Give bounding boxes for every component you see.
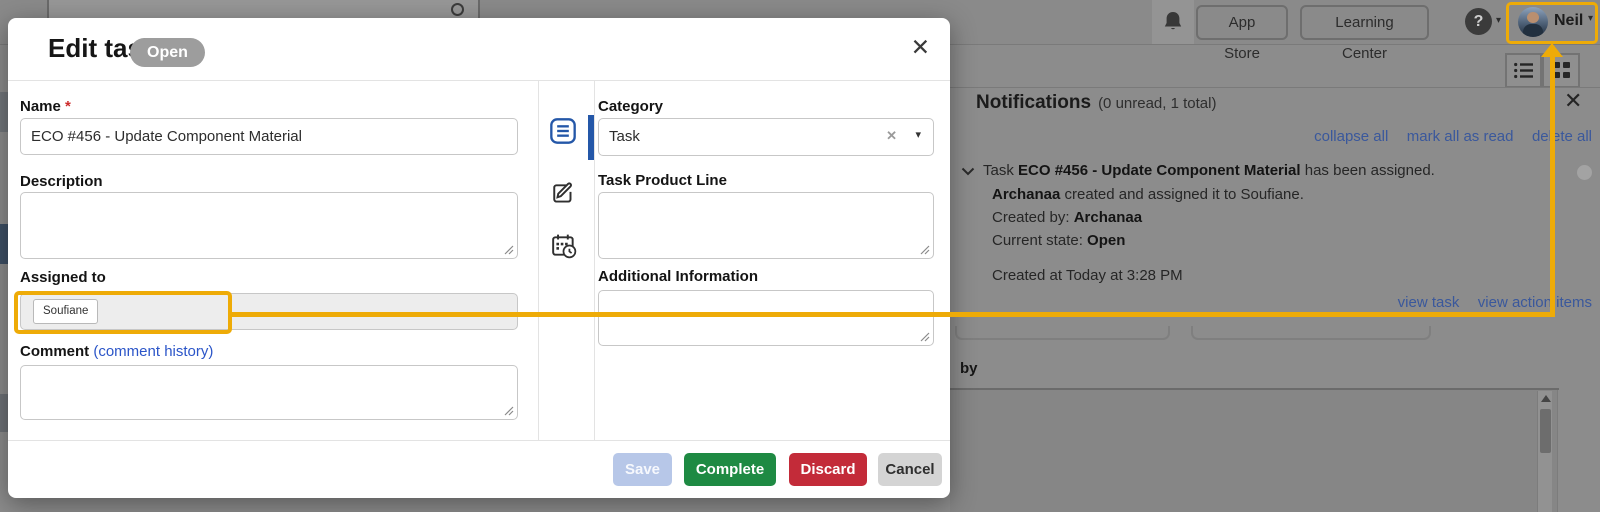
notification-links: view task view action items xyxy=(950,294,1592,312)
notifications-actions: collapse all mark all as read delete all xyxy=(950,128,1592,146)
select-caret-icon[interactable]: ▾ xyxy=(915,128,921,141)
save-button[interactable]: Save xyxy=(613,453,672,486)
annotation-arrowhead-icon xyxy=(1541,43,1563,57)
notifications-title: Notifications(0 unread, 1 total) xyxy=(976,92,1216,114)
mark-all-read-link[interactable]: mark all as read xyxy=(1407,128,1514,145)
app-store-button[interactable]: App Store xyxy=(1196,5,1288,40)
assigned-to-label: Assigned to xyxy=(20,269,106,286)
background-field-fragment xyxy=(955,326,1170,340)
view-action-items-link[interactable]: view action items xyxy=(1478,294,1592,311)
annotation-arrow-line-horizontal xyxy=(232,312,1555,317)
description-label: Description xyxy=(20,173,103,190)
name-field-wrap xyxy=(20,118,518,155)
notification-line4: Current state: Open xyxy=(992,232,1125,249)
details-tab-icon[interactable] xyxy=(549,117,577,145)
discard-button[interactable]: Discard xyxy=(789,453,867,486)
edit-note-tab-icon[interactable] xyxy=(551,181,577,207)
edit-task-dialog: Edit task Open ✕ Name * xyxy=(8,18,950,498)
category-value: Task xyxy=(609,128,640,145)
assigned-to-highlight-box xyxy=(14,291,232,334)
screen: App Store Learning Center ? ▾ Neil ▾ Not… xyxy=(0,0,1600,512)
additional-information-label: Additional Information xyxy=(598,268,758,285)
background-sliver xyxy=(0,92,8,132)
complete-button[interactable]: Complete xyxy=(684,453,776,486)
category-label: Category xyxy=(598,98,663,115)
cancel-button[interactable]: Cancel xyxy=(878,453,942,486)
list-view-icon xyxy=(1514,62,1534,79)
resize-handle-icon[interactable] xyxy=(503,244,514,255)
background-field-fragment xyxy=(1191,326,1431,340)
grid-view-icon xyxy=(1553,62,1570,79)
clear-selection-icon[interactable]: ✕ xyxy=(886,128,897,144)
grid-view-button[interactable] xyxy=(1542,53,1580,88)
active-tab-indicator xyxy=(588,115,594,160)
category-select[interactable]: Task ✕ ▾ xyxy=(598,118,934,156)
delete-all-link[interactable]: delete all xyxy=(1532,128,1592,145)
bell-icon xyxy=(1163,11,1183,33)
collapse-all-link[interactable]: collapse all xyxy=(1314,128,1388,145)
read-indicator-dot[interactable] xyxy=(1577,165,1592,180)
notifications-count: (0 unread, 1 total) xyxy=(1098,95,1216,112)
background-sliver xyxy=(0,224,8,264)
comment-history-link[interactable]: (comment history) xyxy=(93,343,213,360)
panel-top-border xyxy=(950,87,1600,88)
scrollbar-thumb[interactable] xyxy=(1540,409,1551,453)
resize-handle-icon[interactable] xyxy=(919,244,930,255)
required-mark: * xyxy=(65,98,71,115)
search-icon xyxy=(451,3,464,16)
chevron-down-icon[interactable] xyxy=(961,167,975,176)
annotation-arrow-line-vertical xyxy=(1550,56,1555,317)
schedule-tab-icon[interactable] xyxy=(551,233,577,259)
name-label: Name * xyxy=(20,98,71,115)
comment-label: Comment (comment history) xyxy=(20,343,213,360)
learning-center-button[interactable]: Learning Center xyxy=(1300,5,1429,40)
resize-handle-icon[interactable] xyxy=(503,405,514,416)
dialog-close-icon[interactable]: ✕ xyxy=(911,34,930,61)
scrollbar-up-icon[interactable] xyxy=(1541,395,1551,402)
notification-line1: Task ECO #456 - Update Component Materia… xyxy=(983,162,1435,179)
background-by-label: by xyxy=(960,360,978,377)
additional-information-textarea[interactable] xyxy=(598,290,934,346)
task-product-line-label: Task Product Line xyxy=(598,172,727,189)
task-product-line-textarea[interactable] xyxy=(598,192,934,259)
bell-button[interactable] xyxy=(1152,0,1194,44)
user-menu-highlight-box xyxy=(1506,2,1598,44)
notification-line3: Created by: Archanaa xyxy=(992,209,1142,226)
status-badge: Open xyxy=(130,38,205,67)
list-view-button[interactable] xyxy=(1505,53,1542,88)
comment-textarea[interactable] xyxy=(20,365,518,420)
scrollbar[interactable] xyxy=(1537,391,1552,512)
resize-handle-icon[interactable] xyxy=(919,331,930,342)
notification-line2: Archanaa created and assigned it to Souf… xyxy=(992,186,1304,203)
help-caret-icon[interactable]: ▾ xyxy=(1496,15,1501,26)
notification-created-at: Created at Today at 3:28 PM xyxy=(992,267,1183,284)
notifications-close-icon[interactable]: ✕ xyxy=(1564,88,1582,114)
description-textarea[interactable] xyxy=(20,192,518,259)
background-lower-panel xyxy=(950,390,1558,512)
background-sliver xyxy=(0,394,8,432)
help-icon[interactable]: ? xyxy=(1465,8,1492,35)
name-input[interactable] xyxy=(21,119,517,154)
view-task-link[interactable]: view task xyxy=(1398,294,1460,311)
